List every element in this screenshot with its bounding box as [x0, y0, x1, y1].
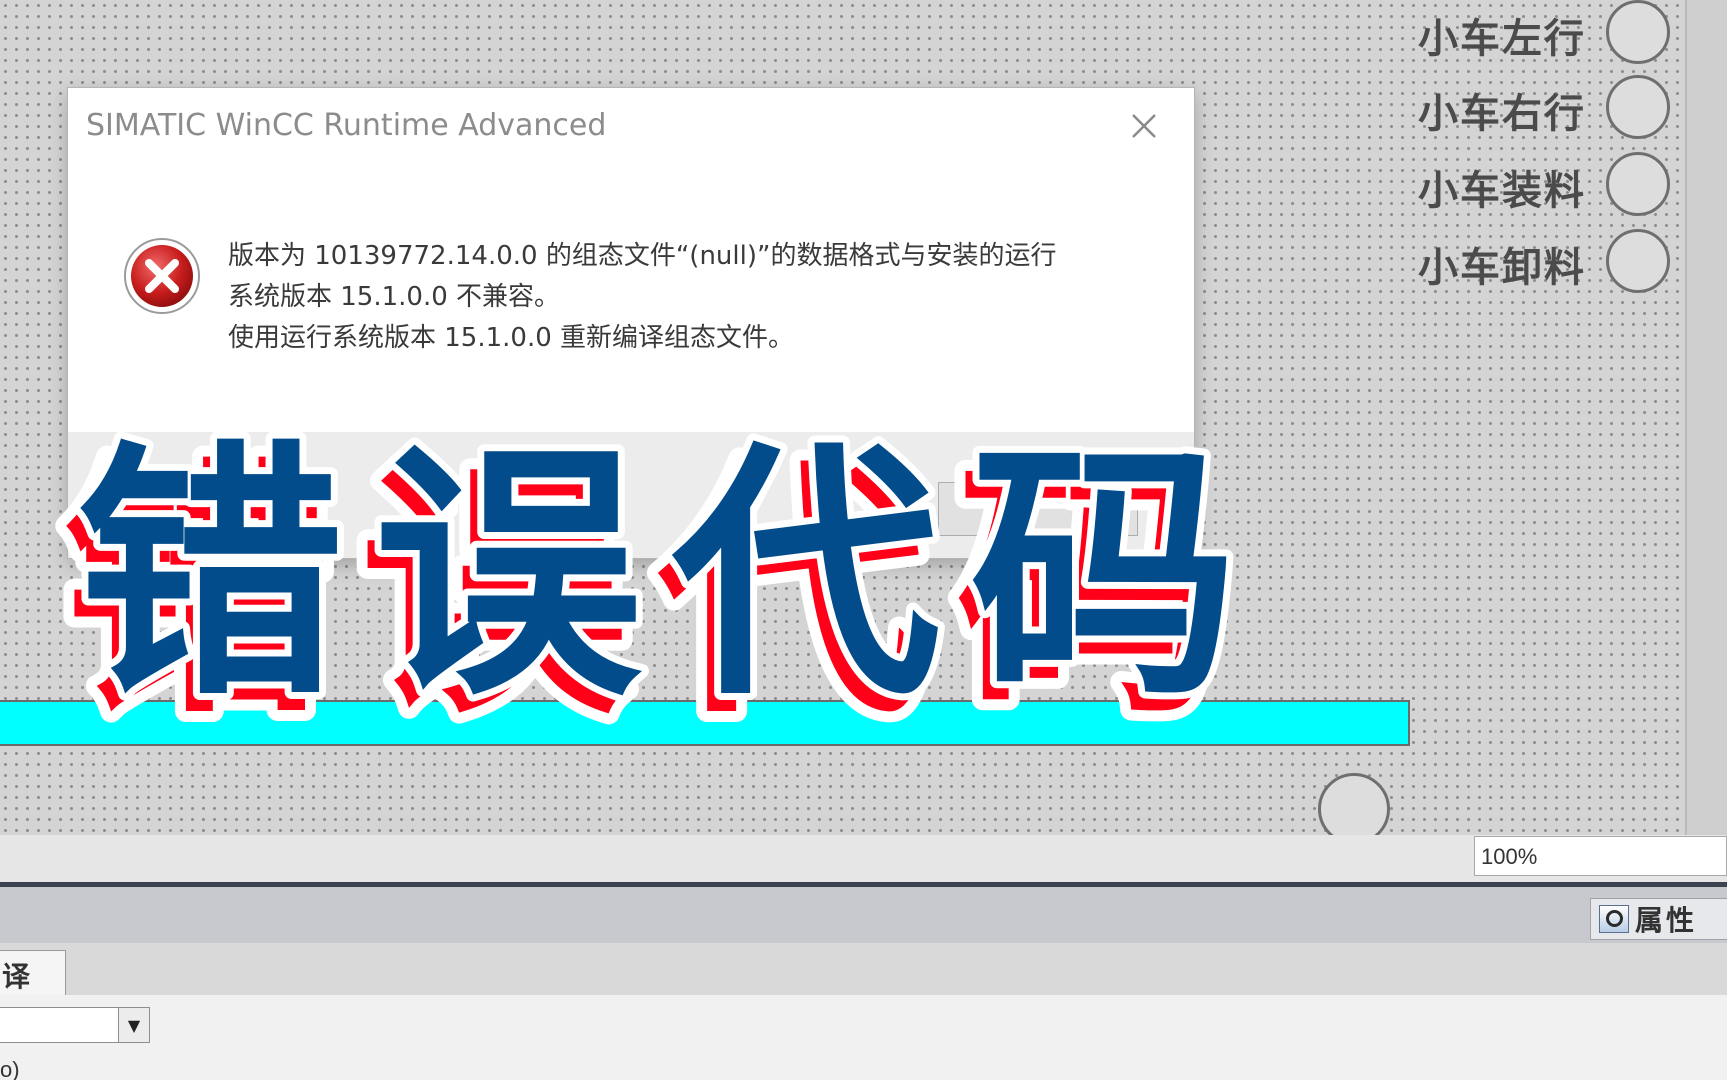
error-icon [122, 236, 202, 316]
magnifier-icon [1599, 905, 1629, 933]
hmi-button-cart-right[interactable]: 小车右行 [1418, 75, 1678, 147]
ok-button[interactable] [938, 482, 1138, 536]
indicator-lamp[interactable] [1606, 229, 1670, 293]
inspector-toolbar [0, 995, 1727, 1053]
indicator-lamp[interactable] [1606, 0, 1670, 64]
tab-properties-label: 属性 [1635, 904, 1698, 937]
dialog-title: SIMATIC WinCC Runtime Advanced [86, 108, 607, 143]
hmi-button-cart-unload[interactable]: 小车卸料 [1418, 229, 1678, 301]
indicator-lamp[interactable] [1606, 75, 1670, 139]
status-text: o) [0, 1057, 20, 1080]
status-line: o) [0, 1053, 1727, 1080]
message-line: 系统版本 15.1.0.0 不兼容。 [228, 282, 561, 312]
vertical-scrollbar[interactable] [1685, 0, 1727, 835]
indicator-lamp[interactable] [1606, 152, 1670, 216]
zoom-level-field[interactable]: 100% [1474, 836, 1727, 876]
hmi-button-cart-left[interactable]: 小车左行 [1418, 0, 1678, 72]
filter-dropdown[interactable]: ▼ [0, 1007, 150, 1043]
dialog-message: 版本为 10139772.14.0.0 的组态文件“(null)”的数据格式与安… [228, 236, 1056, 359]
hmi-button-label: 小车左行 [1418, 15, 1586, 62]
error-dialog: SIMATIC WinCC Runtime Advanced 版本为 10139… [68, 88, 1194, 558]
hmi-button-label: 小车卸料 [1418, 244, 1586, 291]
inspector-tab-row [0, 943, 1727, 995]
tab-properties[interactable]: 属性 [1590, 898, 1727, 940]
inspector-header [0, 887, 1727, 944]
chevron-down-icon[interactable]: ▼ [118, 1008, 149, 1042]
screen: 小车左行 小车右行 小车装料 小车卸料 100% 属性 译 ▼ o) SIMAT… [0, 0, 1727, 1080]
hmi-button-label: 小车右行 [1418, 90, 1586, 137]
hmi-button-cart-load[interactable]: 小车装料 [1418, 152, 1678, 224]
close-icon[interactable] [1124, 106, 1164, 146]
dialog-button-area [68, 432, 1194, 558]
conveyor-belt-rectangle[interactable] [0, 700, 1410, 746]
message-line: 使用运行系统版本 15.1.0.0 重新编译组态文件。 [228, 323, 795, 353]
message-line: 版本为 10139772.14.0.0 的组态文件“(null)”的数据格式与安… [228, 241, 1057, 271]
hmi-button-label: 小车装料 [1418, 167, 1586, 214]
tab-compile[interactable]: 译 [0, 950, 66, 996]
zoom-toolbar [0, 835, 1727, 885]
